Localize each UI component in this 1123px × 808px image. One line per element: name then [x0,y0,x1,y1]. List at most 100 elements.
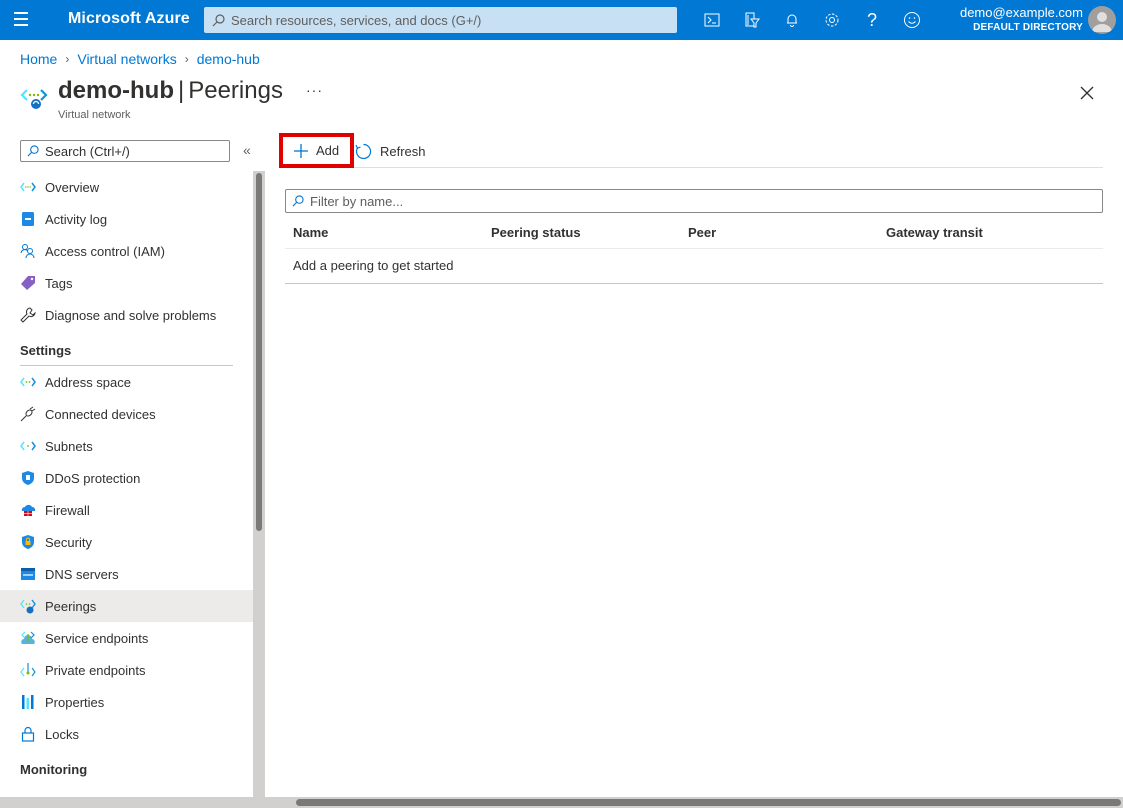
sidebar-item-label: Locks [45,726,79,742]
cloud-shell-icon[interactable] [692,0,732,40]
address-space-icon [20,374,36,390]
section-header-settings: Settings [20,343,72,358]
feedback-icon[interactable] [892,0,932,40]
firewall-icon [20,502,36,518]
menu-icon[interactable] [14,12,32,28]
breadcrumb-demo-hub[interactable]: demo-hub [197,51,260,67]
sidebar-item-label: Private endpoints [45,662,146,678]
sidebar-item-label: Access control (IAM) [45,243,165,259]
sidebar-item-ddos[interactable]: DDoS protection [0,462,253,494]
wrench-icon [20,307,36,323]
title-separator: | [177,77,185,104]
close-icon[interactable] [1078,84,1096,102]
more-options-button[interactable]: ··· [306,82,323,98]
avatar[interactable] [1088,6,1116,34]
blade-name: Peerings [188,77,283,104]
sidebar-item-properties[interactable]: Properties [0,686,253,718]
breadcrumb-home[interactable]: Home [20,51,57,67]
add-button[interactable]: Add [279,133,354,168]
sidebar-item-iam[interactable]: Access control (IAM) [0,235,253,267]
filter-box[interactable] [285,189,1103,213]
collapse-menu-button[interactable]: « [243,142,251,158]
sidebar-item-locks[interactable]: Locks [0,718,253,750]
peerings-grid: Name Peering status Peer Gateway transit… [285,217,1103,284]
virtual-network-icon [20,84,48,112]
iam-icon [20,243,36,259]
sidebar-item-label: Overview [45,179,100,195]
settings-icon[interactable] [812,0,852,40]
sidebar-item-subnets[interactable]: Subnets [0,430,253,462]
column-header-gateway-transit[interactable]: Gateway transit [886,225,983,240]
activity-log-icon [20,211,36,227]
section-header-monitoring: Monitoring [20,762,88,777]
sidebar-item-label: Peerings [45,598,97,614]
page-scrollbar-thumb[interactable] [296,799,1121,806]
peerings-icon [20,598,36,614]
directory-filter-icon[interactable] [732,0,772,40]
plug-icon [20,406,36,422]
overview-icon [20,179,36,195]
subnets-icon [20,438,36,454]
empty-state-row: Add a peering to get started [285,249,1103,284]
private-endpoints-icon [20,662,36,678]
sidebar-item-label: Security [45,534,92,550]
search-icon [212,13,225,26]
sidebar-item-service-endpoints[interactable]: Service endpoints [0,622,253,654]
sidebar-item-firewall[interactable]: Firewall [0,494,253,526]
service-endpoints-icon [20,630,36,646]
sidebar-item-private-endpoints[interactable]: Private endpoints [0,654,253,686]
nav-list: Overview Activity log Access control (IA… [0,171,253,782]
sidebar-item-label: Service endpoints [45,630,149,646]
add-label: Add [316,143,340,158]
resource-name: demo-hub [58,77,174,104]
breadcrumb-virtual-networks[interactable]: Virtual networks [77,51,176,67]
sidebar-item-label: Diagnose and solve problems [45,307,217,323]
column-header-name[interactable]: Name [293,225,328,240]
sidebar-item-peerings[interactable]: Peerings [0,590,253,622]
sidebar-item-label: DNS servers [45,566,119,582]
sidebar-item-diagnose[interactable]: Diagnose and solve problems [0,299,253,331]
sidebar-item-dns-servers[interactable]: DNS servers [0,558,253,590]
plus-icon [294,143,308,158]
sidebar-item-label: Connected devices [45,406,156,422]
search-icon [292,195,304,207]
brand-title[interactable]: Microsoft Azure [68,10,190,28]
sidebar-item-label: DDoS protection [45,470,141,486]
sidebar-item-label: Subnets [45,438,93,454]
sidebar-item-address-space[interactable]: Address space [0,366,253,398]
refresh-button[interactable]: Refresh [355,135,426,168]
resource-type: Virtual network [58,109,131,121]
page-title: demo-hub | Peerings [58,77,283,105]
sidebar-item-tags[interactable]: Tags [0,267,253,299]
dns-icon [20,566,36,582]
account-directory: DEFAULT DIRECTORY [973,22,1083,33]
global-search-input[interactable] [231,12,661,28]
shield-icon [20,470,36,486]
main-content: Add Refresh Name Peering status Peer Gat… [265,133,1123,808]
chevron-right-icon: › [184,52,189,66]
sidebar-item-activity-log[interactable]: Activity log [0,203,253,235]
menu-scrollbar-thumb[interactable] [256,173,262,531]
global-search[interactable] [204,7,677,33]
sidebar-item-label: Tags [45,275,73,291]
resource-menu: « Overview Activity log Access control (… [0,135,265,808]
refresh-icon [355,143,372,160]
sidebar-item-label: Properties [45,694,105,710]
sidebar-item-connected-devices[interactable]: Connected devices [0,398,253,430]
menu-search[interactable] [20,140,230,162]
account-email: demo@example.com [959,5,1083,20]
security-shield-icon [20,534,36,550]
account-menu[interactable]: demo@example.com DEFAULT DIRECTORY [960,5,1083,34]
refresh-label: Refresh [380,144,426,159]
filter-input[interactable] [310,193,1090,209]
column-header-peering-status[interactable]: Peering status [491,225,581,240]
sidebar-item-label: Address space [45,374,131,390]
grid-header: Name Peering status Peer Gateway transit [285,217,1103,249]
notifications-icon[interactable] [772,0,812,40]
sidebar-item-overview[interactable]: Overview [0,171,253,203]
column-header-peer[interactable]: Peer [688,225,716,240]
menu-search-input[interactable] [45,143,225,159]
help-icon[interactable]: ? [852,0,892,40]
search-icon [27,145,39,157]
sidebar-item-security[interactable]: Security [0,526,253,558]
